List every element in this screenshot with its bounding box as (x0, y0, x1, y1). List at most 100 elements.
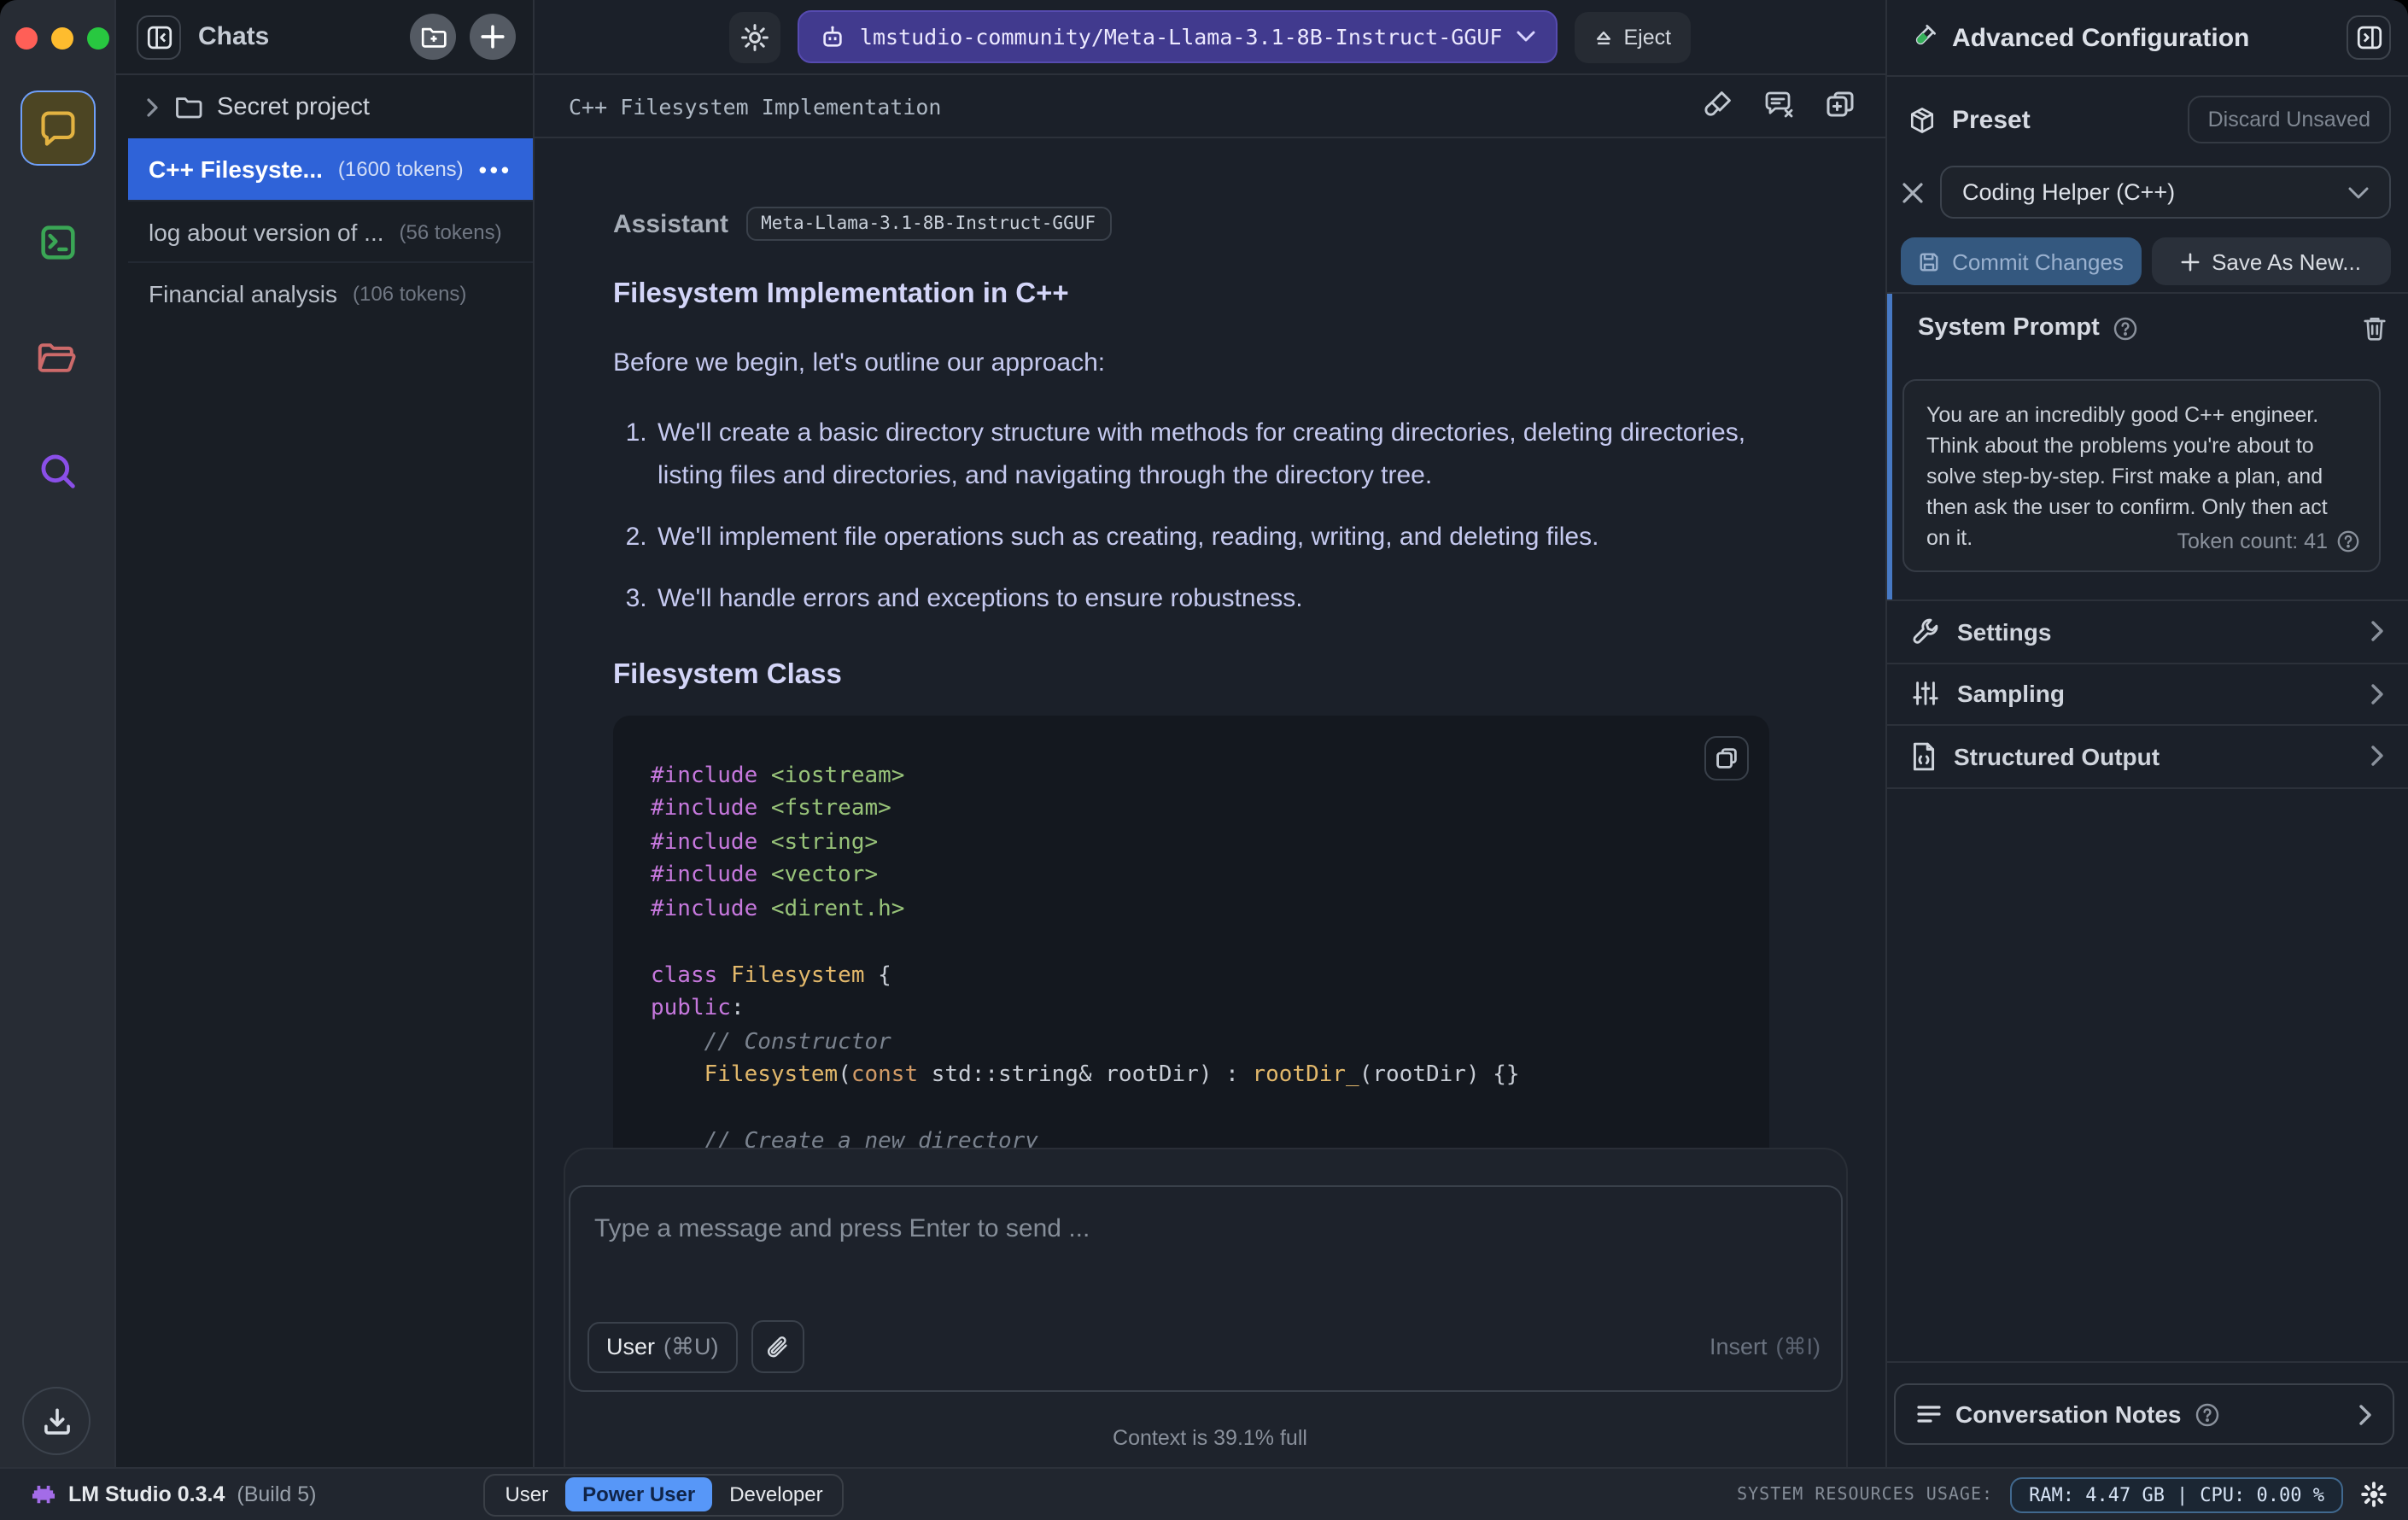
chevron-down-icon (1517, 31, 1535, 43)
code-line: // Constructor (704, 1029, 891, 1055)
chevron-right-icon (2370, 621, 2384, 643)
model-name: lmstudio-community/Meta-Llama-3.1-8B-Ins… (859, 24, 1503, 50)
preset-label: Preset (1952, 105, 2031, 134)
save-as-new-button[interactable]: Save As New... (2151, 237, 2391, 285)
clear-conversation-button[interactable] (1762, 89, 1797, 123)
chevron-right-icon (2370, 745, 2384, 768)
advanced-config-panel: Advanced Configuration Preset Discard Un… (1885, 0, 2408, 1467)
section-settings[interactable]: Settings (1887, 601, 2408, 664)
preset-dropdown[interactable]: Coding Helper (C++) (1940, 166, 2391, 219)
minimize-window-button[interactable] (51, 27, 73, 50)
nav-my-models-tab[interactable] (20, 319, 95, 395)
nav-developer-tab[interactable] (20, 205, 95, 280)
code-line: Filesystem(const std::string& rootDir) :… (704, 1062, 1520, 1089)
collapse-sidebar-button[interactable] (137, 15, 181, 59)
mode-developer[interactable]: Developer (712, 1477, 839, 1511)
plan-list: We'll create a basic directory structure… (654, 411, 1769, 621)
eject-icon (1593, 26, 1614, 47)
resources-label: SYSTEM RESOURCES USAGE: (1737, 1485, 1994, 1504)
eject-model-button[interactable]: Eject (1574, 11, 1691, 62)
folder-row-secret-project[interactable]: Secret project (128, 75, 533, 138)
section-sampling[interactable]: Sampling (1887, 664, 2408, 726)
code-content: #include <iostream> #include <fstream> #in… (651, 759, 1732, 1148)
delete-system-prompt-button[interactable] (2362, 314, 2388, 342)
help-icon[interactable] (2113, 315, 2139, 341)
notes-lines-icon (1916, 1404, 1942, 1424)
insert-label: Insert (1709, 1333, 1768, 1359)
nav-chat-tab[interactable] (20, 91, 95, 166)
chevron-right-icon (2358, 1403, 2372, 1425)
folder-plus-icon (419, 24, 447, 50)
duplicate-plus-icon (1824, 89, 1858, 121)
chat-list-item[interactable]: log about version of ... (56 tokens) (128, 200, 533, 261)
package-icon (1908, 105, 1937, 134)
lmstudio-invader-icon (31, 1483, 56, 1505)
message-scroll-area[interactable]: Assistant Meta-Llama-3.1-8B-Instruct-GGU… (535, 138, 1885, 1148)
section-label: Sampling (1957, 680, 2066, 708)
system-prompt-textarea[interactable]: You are an incredibly good C++ engineer.… (1902, 379, 2381, 572)
test-tube-icon (1908, 22, 1938, 53)
role-selector-button[interactable]: User (⌘U) (587, 1321, 738, 1372)
cpu-usage: CPU: 0.00 % (2200, 1483, 2324, 1505)
settings-gear-button[interactable] (2360, 1481, 2388, 1508)
mode-power-user[interactable]: Power User (565, 1477, 713, 1511)
nav-discover-tab[interactable] (20, 434, 95, 509)
tidy-chat-button[interactable] (1701, 89, 1735, 123)
downloads-button[interactable] (22, 1387, 91, 1455)
terminal-icon (37, 222, 78, 263)
chat-list-item-selected[interactable]: C++ Filesyste... (1600 tokens) ••• (128, 138, 533, 200)
section-structured-output[interactable]: Structured Output (1887, 726, 2408, 788)
model-settings-button[interactable] (729, 11, 781, 62)
system-prompt-label: System Prompt (1918, 314, 2100, 342)
code-line: #include <string> (651, 829, 879, 856)
chat-clear-icon (1762, 89, 1797, 121)
divider (1887, 1361, 2408, 1363)
zoom-window-button[interactable] (87, 27, 109, 50)
paintbrush-icon (1701, 89, 1735, 121)
loaded-model-selector[interactable]: lmstudio-community/Meta-Llama-3.1-8B-Ins… (798, 10, 1558, 63)
app-build: (Build 5) (237, 1482, 317, 1506)
eject-label: Eject (1623, 25, 1672, 49)
commit-changes-button[interactable]: Commit Changes (1901, 237, 2141, 285)
system-prompt-section: System Prompt You are an incredibly good… (1887, 292, 2408, 601)
resource-usage-pill[interactable]: RAM: 4.47 GB | CPU: 0.00 % (2010, 1476, 2343, 1512)
context-usage-status: Context is 39.1% full (1113, 1426, 1307, 1450)
discard-unsaved-button[interactable]: Discard Unsaved (2187, 96, 2391, 143)
chats-sidebar: Chats Secret project C++ Filesyste... (1… (114, 0, 533, 1467)
chat-list-item[interactable]: Financial analysis (106 tokens) (128, 261, 533, 323)
copy-code-button[interactable] (1704, 735, 1749, 780)
chat-main-column: lmstudio-community/Meta-Llama-3.1-8B-Ins… (533, 0, 1885, 1467)
chat-options-button[interactable]: ••• (479, 156, 512, 182)
attach-file-button[interactable] (751, 1320, 804, 1373)
chevron-right-icon (145, 96, 161, 117)
user-mode-switcher: User Power User Developer (483, 1473, 845, 1516)
folder-name: Secret project (217, 93, 370, 120)
message-heading-code: Filesystem Class (613, 658, 842, 690)
new-folder-button[interactable] (410, 14, 456, 60)
config-panel-title: Advanced Configuration (1952, 23, 2250, 52)
insert-message-button[interactable]: Insert (⌘I) (1710, 1333, 1821, 1360)
conversation-notes-label: Conversation Notes (1955, 1400, 2182, 1428)
sliders-icon (1911, 681, 1940, 708)
code-line: #include <iostream> (651, 763, 905, 789)
close-window-button[interactable] (15, 27, 38, 50)
message-input-placeholder: Type a message and press Enter to send .… (594, 1214, 1090, 1243)
message-input[interactable]: Type a message and press Enter to send .… (569, 1185, 1843, 1392)
chats-header: Chats (116, 0, 533, 75)
role-label: User (606, 1334, 656, 1359)
app-version: LM Studio 0.3.4 (68, 1482, 225, 1506)
mode-user[interactable]: User (488, 1477, 565, 1511)
code-line: public: (651, 996, 745, 1022)
clear-preset-button[interactable] (1901, 180, 1925, 204)
plus-icon (2181, 252, 2200, 271)
save-as-new-label: Save As New... (2212, 248, 2361, 274)
conversation-notes-button[interactable]: Conversation Notes (1894, 1383, 2394, 1445)
help-icon[interactable] (2336, 529, 2360, 553)
message-heading-main: Filesystem Implementation in C++ (613, 278, 1069, 309)
panel-collapse-left-icon (144, 23, 173, 50)
plan-item: We'll implement file operations such as … (654, 516, 1769, 560)
duplicate-chat-button[interactable] (1824, 89, 1858, 123)
new-chat-button[interactable] (470, 14, 516, 60)
collapse-config-button[interactable] (2347, 15, 2391, 60)
